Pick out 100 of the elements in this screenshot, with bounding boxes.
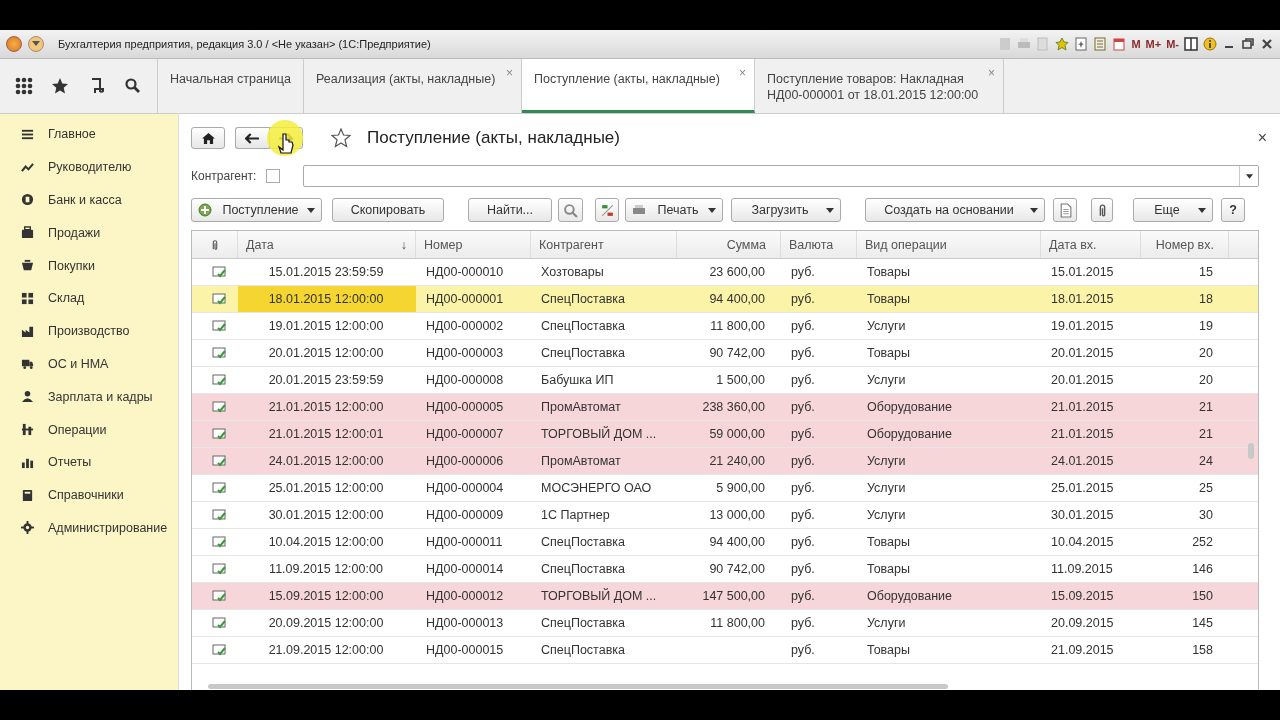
dropdown-button[interactable]: Загрузить [731, 198, 841, 222]
column-header[interactable]: Валюта [789, 237, 834, 252]
table-cell: 19.01.2015 [1051, 319, 1114, 333]
home-button[interactable] [191, 127, 225, 149]
sidebar-item[interactable]: Покупки [48, 258, 95, 273]
table-row[interactable]: 21.01.2015 12:00:00 НД00-000005 ПромАвтомат 238 360,00 руб. Оборудование 21.01.2015 21 [192, 394, 1258, 421]
sidebar-item[interactable]: Администрирование [48, 520, 168, 535]
basket-icon [21, 259, 34, 273]
star-icon[interactable] [331, 128, 351, 148]
posted-document-icon [212, 590, 226, 602]
input-field[interactable] [303, 165, 1259, 187]
column-header[interactable]: Номер [424, 237, 463, 252]
calendar-icon[interactable] [1112, 37, 1127, 51]
dropdown-button[interactable]: Создать на основании [865, 198, 1045, 222]
sidebar-item[interactable]: Справочники [48, 488, 124, 503]
table-cell: Товары [867, 562, 910, 576]
table-row[interactable]: 24.01.2015 12:00:00 НД00-000006 ПромАвтомат 21 240,00 руб. Услуги 24.01.2015 24 [192, 448, 1258, 475]
table-cell: ПромАвтомат [541, 400, 621, 414]
table-cell: НД00-000009 [426, 508, 504, 522]
scrollbar-thumb[interactable] [208, 684, 948, 689]
table-cell: 11.09.2015 12:00:00 [269, 562, 383, 576]
table-row[interactable]: 18.01.2015 12:00:00 НД00-000001 СпецПоставка 94 400,00 руб. Товары 18.01.2015 18 [192, 286, 1258, 313]
sidebar-item[interactable]: Операции [48, 422, 107, 437]
close-button[interactable]: × [1257, 129, 1267, 147]
column-header[interactable]: Вид операции [865, 237, 947, 252]
sidebar-item[interactable]: Продажи [48, 225, 101, 240]
document-button[interactable] [1053, 198, 1077, 222]
column-header[interactable]: Номер вх. [1155, 237, 1214, 252]
memory-button[interactable]: M+ [1145, 38, 1162, 50]
sidebar-item[interactable]: ОС и НМА [48, 356, 109, 371]
table-cell: НД00-000014 [426, 562, 504, 576]
table-row[interactable]: 15.09.2015 12:00:00 НД00-000012 ТОРГОВЫЙ ДОМ ... 147 500,00 руб. Оборудование 15.09.2015 150 [192, 583, 1258, 610]
ledger-button[interactable] [595, 198, 619, 222]
apps-grid-icon[interactable] [15, 77, 34, 95]
memory-button[interactable]: M [1131, 38, 1141, 50]
info-icon[interactable] [1203, 37, 1217, 51]
star-icon[interactable] [1055, 37, 1070, 51]
sidebar-item[interactable]: Склад [48, 291, 85, 306]
sort-arrow[interactable]: ↓ [400, 237, 407, 252]
table-cell: 21.01.2015 12:00:00 [268, 400, 384, 414]
table-cell: СпецПоставка [541, 616, 625, 630]
close-icon[interactable] [1260, 37, 1274, 51]
column-header[interactable]: Контрагент [539, 237, 604, 252]
trend-icon [21, 160, 34, 174]
logo-icon[interactable] [6, 36, 22, 52]
star-icon[interactable] [51, 77, 70, 95]
table-cell: НД00-000001 [426, 292, 504, 306]
tab[interactable]: Поступление (акты, накладные) × [521, 59, 755, 113]
table-cell: СпецПоставка [541, 346, 625, 360]
table-cell: 20 [1199, 346, 1213, 360]
table-cell: 23 600,00 [709, 265, 765, 279]
table-cell: 11.09.2015 [1051, 562, 1113, 576]
sidebar-item[interactable]: Банк и касса [48, 193, 122, 207]
form-title: Поступление (акты, накладные) [367, 128, 620, 148]
checkbox[interactable] [266, 169, 280, 183]
restore-icon[interactable] [1241, 37, 1255, 51]
memory-button[interactable]: M- [1166, 38, 1179, 50]
table-cell: НД00-000003 [426, 346, 504, 360]
table-cell: руб. [791, 643, 815, 657]
posted-document-icon [212, 644, 226, 656]
table-cell: Товары [867, 346, 910, 360]
coin-icon [21, 193, 34, 207]
toolbar-button[interactable]: Найти... [468, 198, 552, 222]
caret-icon[interactable] [1245, 173, 1253, 179]
table-cell: 238 360,00 [702, 400, 765, 414]
table-cell: Бабушка ИП [541, 373, 614, 387]
table-cell: 20.09.2015 12:00:00 [268, 616, 384, 630]
table-cell: Услуги [867, 319, 906, 333]
toolbar-button[interactable]: Скопировать [332, 198, 444, 222]
sidebar-item[interactable]: Зарплата и кадры [48, 389, 153, 404]
close-tab-button[interactable]: × [738, 65, 746, 81]
table-cell: Товары [867, 265, 910, 279]
column-header[interactable]: Дата вх. [1049, 237, 1097, 252]
dropdown-button[interactable]: Печать [625, 198, 723, 222]
bookmark-icon[interactable] [1074, 37, 1089, 51]
sidebar-item[interactable]: Производство [48, 324, 130, 339]
column-header[interactable]: Дата [246, 237, 274, 252]
scrollbar-thumb[interactable] [1248, 443, 1254, 459]
table-cell: руб. [791, 454, 815, 468]
table-cell: руб. [791, 373, 815, 387]
menu-icon[interactable] [28, 36, 44, 52]
sidebar-item[interactable]: Руководителю [48, 160, 132, 175]
back-button[interactable] [235, 127, 269, 149]
book-icon [21, 488, 34, 502]
paperclip-button[interactable] [1091, 198, 1113, 222]
table-row[interactable]: 21.01.2015 12:00:01 НД00-000007 ТОРГОВЫЙ ДОМ ... 59 000,00 руб. Оборудование 21.01.2015 21 [192, 421, 1258, 448]
search-clear-button[interactable] [558, 198, 583, 222]
table-cell: 30.01.2015 [1051, 508, 1114, 522]
dropdown-button[interactable]: Поступление [191, 198, 322, 222]
table-cell: 146 [1192, 562, 1213, 576]
panels-icon[interactable] [1184, 37, 1198, 51]
factory-icon [21, 324, 34, 338]
column-header[interactable]: Сумма [726, 237, 766, 252]
ledger-icon [599, 202, 615, 218]
sidebar-item[interactable]: Главное [48, 127, 96, 142]
dropdown-button[interactable]: Еще [1133, 198, 1213, 222]
sidebar-item[interactable]: Отчеты [48, 455, 92, 470]
search-icon[interactable] [123, 77, 142, 95]
toolbar-button[interactable]: ? [1221, 198, 1245, 222]
table-cell: СпецПоставка [541, 643, 625, 657]
